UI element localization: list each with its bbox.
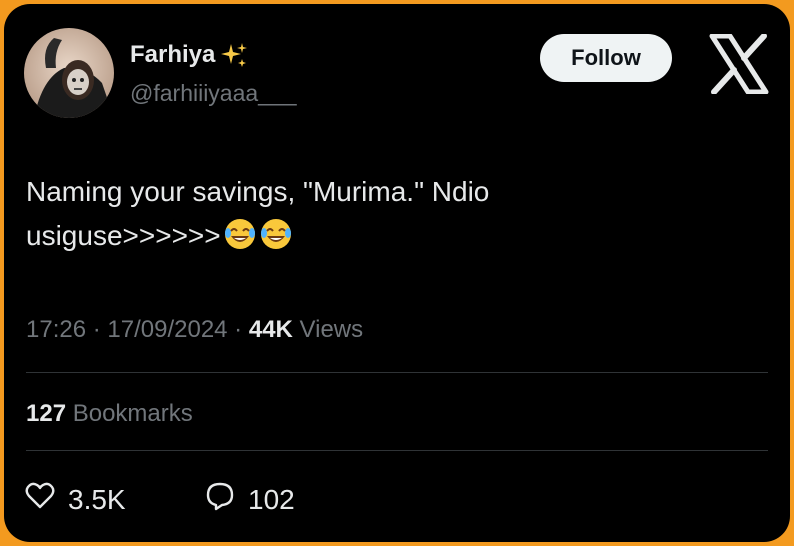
tweet-text-line-2: usiguse>>>>>> [26,214,746,258]
action-bar: 3.5K 102 [24,480,295,519]
tweet-card: Farhiya @farhiiiyaaa___ Follow Naming yo… [4,4,790,542]
tweet-text-line-1: Naming your savings, "Murima." Ndio [26,176,490,207]
tweet-text-line-2-text: usiguse>>>>>> [26,220,221,251]
x-logo-icon[interactable] [708,33,770,95]
tweet-text: Naming your savings, "Murima." Ndio usig… [26,170,746,258]
reply-button[interactable]: 102 [204,480,295,519]
author-name-row[interactable]: Farhiya [130,40,249,70]
face-with-tears-of-joy-icon [259,217,293,251]
bookmarks-label: Bookmarks [66,400,193,427]
heart-icon [24,480,56,519]
bookmarks-stat[interactable]: 127 Bookmarks [26,400,193,428]
face-with-tears-of-joy-icon [223,217,257,251]
like-button[interactable]: 3.5K [24,480,204,519]
meta-separator: · [86,316,108,343]
author-handle[interactable]: @farhiiiyaaa___ [130,80,297,107]
divider [26,372,768,373]
follow-button[interactable]: Follow [540,34,672,82]
meta-separator: · [227,316,249,343]
sparkles-icon [219,40,249,70]
bookmarks-count: 127 [26,400,67,427]
tweet-meta: 17:26 · 17/09/2024 · 44K Views [26,316,363,344]
avatar[interactable] [24,28,114,118]
like-count: 3.5K [68,483,126,515]
divider [26,450,768,451]
reply-icon [204,480,236,519]
views-count[interactable]: 44K [249,316,293,343]
reply-count: 102 [248,483,295,515]
views-label[interactable]: Views [293,316,364,343]
display-name[interactable]: Farhiya [130,41,215,69]
orange-frame: Farhiya @farhiiiyaaa___ Follow Naming yo… [0,0,794,546]
tweet-time[interactable]: 17:26 [26,316,86,343]
tweet-date[interactable]: 17/09/2024 [107,316,227,343]
